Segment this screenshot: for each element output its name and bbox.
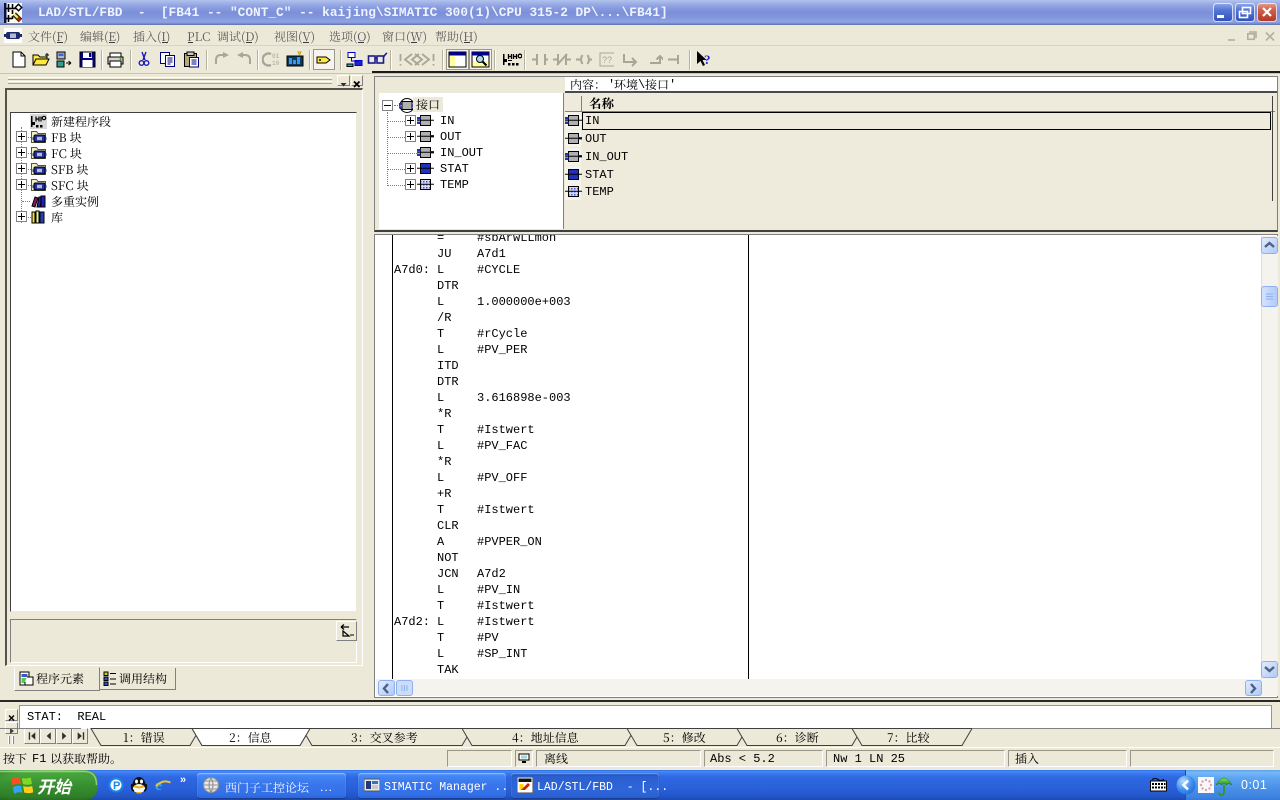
svg-text:??: ??: [602, 55, 612, 65]
svg-text:01: 01: [272, 53, 280, 60]
svg-text:P: P: [113, 780, 120, 792]
svg-text:10: 10: [272, 60, 280, 67]
svg-text:?: ?: [704, 52, 711, 67]
